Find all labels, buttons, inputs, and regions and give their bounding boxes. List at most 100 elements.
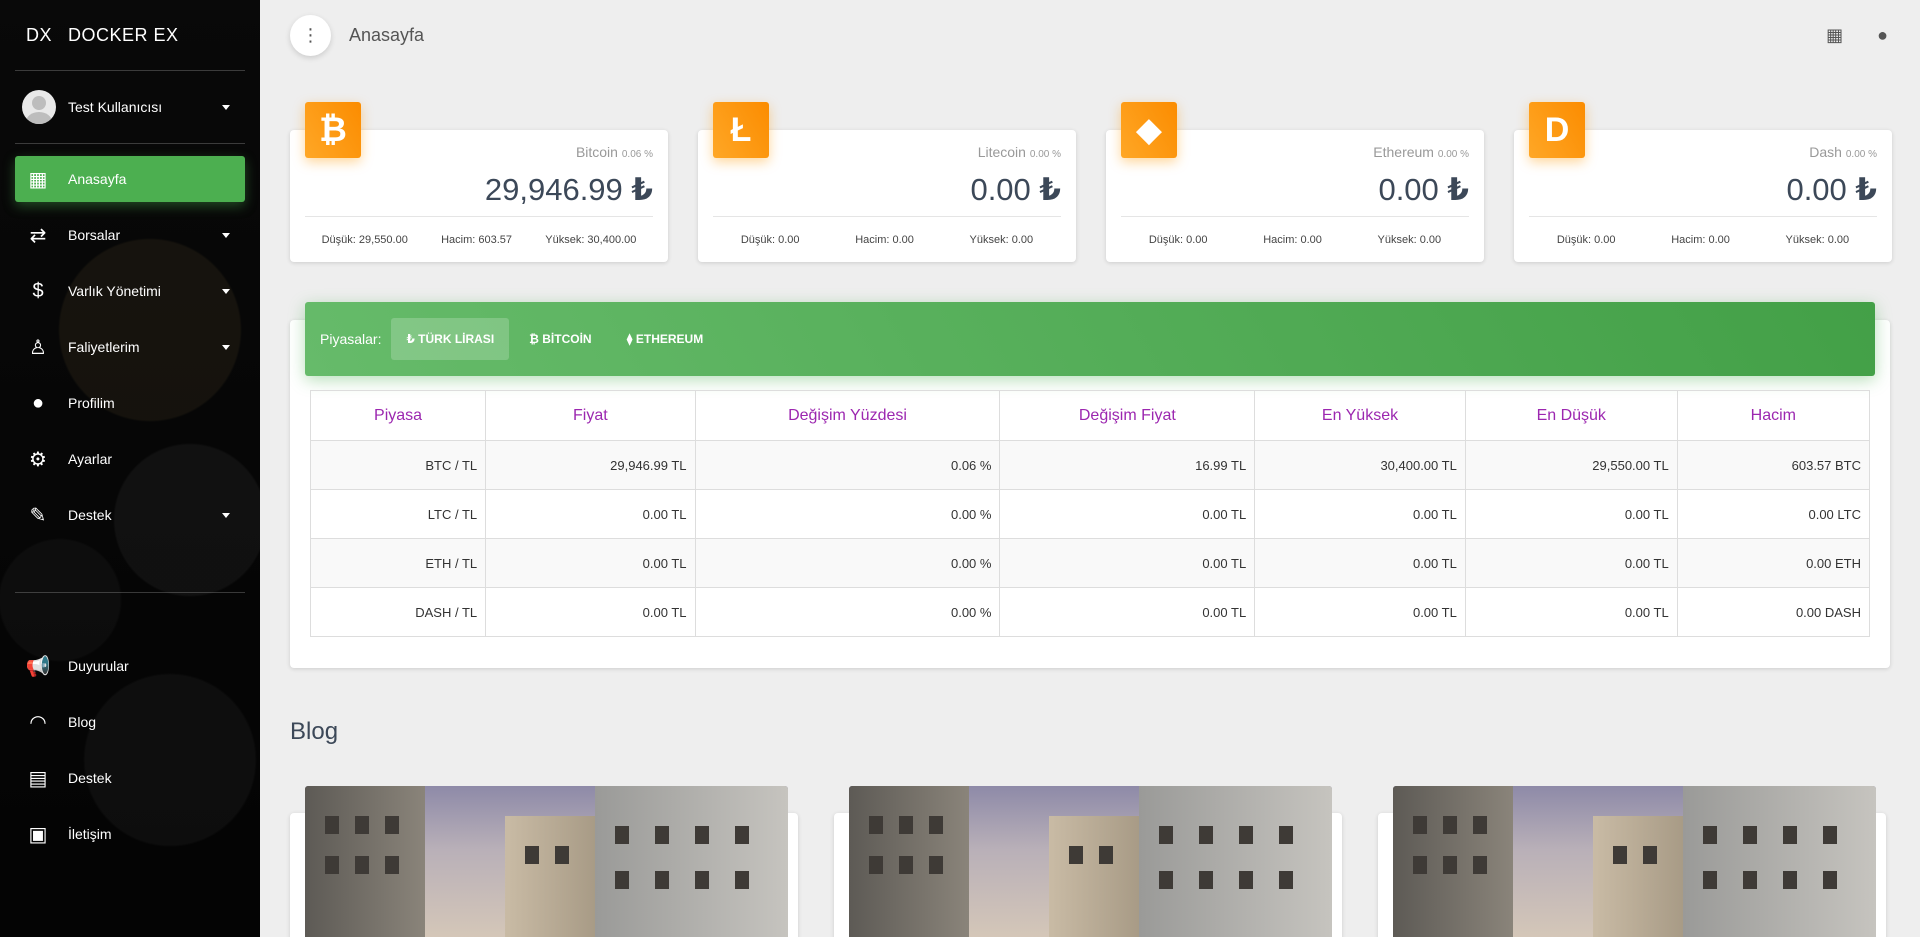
coin-price: 0.00 [970, 172, 1031, 207]
markets-label: Piyasalar: [320, 331, 382, 347]
sidebar-item-destek[interactable]: ▤ Destek [15, 755, 245, 801]
sidebar-item-duyurular[interactable]: 📢 Duyurular [15, 643, 245, 689]
column-header[interactable]: En Düşük [1464, 390, 1678, 441]
sidebar-item-label: İletişim [68, 826, 112, 842]
coin-name: Ethereum [1373, 144, 1434, 160]
caret-down-icon [222, 512, 230, 518]
column-header[interactable]: Fiyat [485, 390, 696, 441]
table-cell: 0.00 ETH [1676, 538, 1871, 588]
column-header[interactable]: Değişim Fiyat [999, 390, 1256, 441]
sidebar-item-varlık-yönetimi[interactable]: $ Varlık Yönetimi [15, 268, 245, 314]
coin-name: Dash [1809, 144, 1842, 160]
table-header-row: Piyasa Fiyat Değişim Yüzdesi Değişim Fiyat E… [309, 390, 1871, 441]
table-cell: 0.00 TL [999, 489, 1256, 539]
blog-card[interactable] [1378, 786, 1886, 937]
more-vert-icon[interactable]: ⋮ [290, 14, 331, 56]
stat-card: D Dash 0.00 % 0.00 ₺ Düşük: 0.00 Hacim: 0.00… [1514, 102, 1892, 262]
column-header[interactable]: En Yüksek [1254, 390, 1466, 441]
sidebar-item-anasayfa[interactable]: ▦ Anasayfa [15, 156, 245, 202]
sidebar-item-label: Destek [68, 507, 112, 523]
markets-tabs: ₺ TÜRK LİRASI ₿ BİTCOİN ⧫ ETHEREUM [391, 318, 723, 360]
lira-icon: ₺ [631, 172, 653, 207]
table-row[interactable]: DASH / TL 0.00 TL 0.00 % 0.00 TL 0.00 TL 0.00… [309, 587, 1871, 637]
sidebar-item-borsalar[interactable]: ⇄ Borsalar [15, 212, 245, 258]
tab-market-1[interactable]: ₿ BİTCOİN [514, 318, 606, 360]
table-cell: 0.00 % [694, 538, 1001, 588]
sidebar-item-label: Faliyetlerim [68, 339, 140, 355]
sidebar-item-faliyetlerim[interactable]: ♙ Faliyetlerim [15, 324, 245, 370]
topbar: ⋮ Anasayfa ▦ ● [260, 0, 1920, 70]
table-row[interactable]: LTC / TL 0.00 TL 0.00 % 0.00 TL 0.00 TL 0.00 … [309, 489, 1871, 539]
stat-title: Bitcoin 0.06 % [576, 144, 653, 160]
column-header[interactable]: Değişim Yüzdesi [694, 390, 1001, 441]
table-cell: 0.06 % [694, 440, 1001, 490]
table-cell: LTC / TL [309, 489, 487, 539]
coin-change: 0.00 % [1845, 149, 1877, 160]
divider [15, 592, 245, 593]
blog-image[interactable] [305, 786, 788, 937]
caret-down-icon [222, 344, 230, 350]
lira-icon: ₺ [1039, 172, 1061, 207]
sidebar-item-blog[interactable]: ◠ Blog [15, 699, 245, 745]
coin-name: Bitcoin [575, 144, 618, 160]
table-cell: 0.00 TL [1464, 538, 1678, 588]
sidebar-item-label: Varlık Yönetimi [68, 283, 161, 299]
stat-title: Dash 0.00 % [1809, 144, 1877, 160]
table-cell: ETH / TL [309, 538, 487, 588]
stat-high: Yüksek: 0.00 [1377, 234, 1442, 246]
dashboard-icon: ▦ [28, 168, 48, 191]
table-cell: 603.57 BTC [1676, 440, 1871, 490]
stat-volume: Hacim: 603.57 [441, 234, 513, 246]
stat-value: 0.00 ₺ [970, 172, 1061, 208]
dollar-icon: $ [32, 279, 44, 302]
table-row[interactable]: ETH / TL 0.00 TL 0.00 % 0.00 TL 0.00 TL 0.00 … [309, 538, 1871, 588]
lira-icon: ₺ [1855, 172, 1877, 207]
stat-card: ₿ Bitcoin 0.06 % 29,946.99 ₺ Düşük: 29,550.… [290, 102, 668, 262]
table-cell: 0.00 % [694, 489, 1001, 539]
coin-change: 0.00 % [1029, 149, 1061, 160]
logo[interactable]: DX DOCKER EX [0, 0, 260, 70]
stat-volume: Hacim: 0.00 [1263, 234, 1322, 246]
stat-low: Düşük: 0.00 [1148, 234, 1208, 246]
sidebar-item-i-letişim[interactable]: ▣ İletişim [15, 811, 245, 857]
blog-image[interactable] [849, 786, 1332, 937]
table-cell: 0.00 LTC [1676, 489, 1871, 539]
coin-price: 0.00 [1786, 172, 1847, 207]
table-cell: 0.00 % [694, 587, 1001, 637]
column-header[interactable]: Piyasa [309, 390, 487, 441]
exchange-icon: ⇄ [29, 224, 47, 247]
stat-title: Ethereum 0.00 % [1373, 144, 1469, 160]
divider [1529, 216, 1877, 217]
table-cell: DASH / TL [309, 587, 487, 637]
table-cell: 30,400.00 TL [1254, 440, 1466, 490]
stat-high: Yüksek: 30,400.00 [545, 234, 637, 246]
blog-card[interactable] [834, 786, 1342, 937]
stat-low: Düşük: 0.00 [740, 234, 800, 246]
dashboard-icon[interactable]: ▦ [1826, 25, 1843, 46]
person-icon[interactable]: ● [1877, 25, 1888, 46]
stat-value: 0.00 ₺ [1786, 172, 1877, 208]
caret-down-icon [222, 104, 230, 110]
sidebar-item-destek[interactable]: ✎ Destek [15, 492, 245, 538]
divider [305, 216, 653, 217]
stat-footer: Düşük: 29,550.00 Hacim: 603.57 Yüksek: 30,… [305, 234, 653, 246]
tab-market-2[interactable]: ⧫ ETHEREUM [612, 318, 719, 360]
blog-card[interactable] [290, 786, 798, 937]
coin-change: 0.00 % [1437, 149, 1469, 160]
divider [713, 216, 1061, 217]
tab-market-0[interactable]: ₺ TÜRK LİRASI [391, 318, 510, 360]
sidebar-item-ayarlar[interactable]: ⚙ Ayarlar [15, 436, 245, 482]
table-cell: 0.00 TL [485, 489, 696, 539]
litecoin-icon: Ł [713, 102, 769, 158]
user-menu[interactable]: Test Kullanıcısı [0, 71, 260, 143]
stat-low: Düşük: 0.00 [1556, 234, 1616, 246]
blog-image[interactable] [1393, 786, 1876, 937]
table-cell: 0.00 TL [1254, 489, 1466, 539]
caret-down-icon [222, 288, 230, 294]
table-row[interactable]: BTC / TL 29,946.99 TL 0.06 % 16.99 TL 30,400… [309, 440, 1871, 490]
avatar [22, 90, 56, 124]
column-header[interactable]: Hacim [1676, 390, 1871, 441]
table-cell: 0.00 DASH [1676, 587, 1871, 637]
sidebar-item-label: Anasayfa [68, 171, 127, 187]
sidebar-item-profilim[interactable]: ● Profilim [15, 380, 245, 426]
